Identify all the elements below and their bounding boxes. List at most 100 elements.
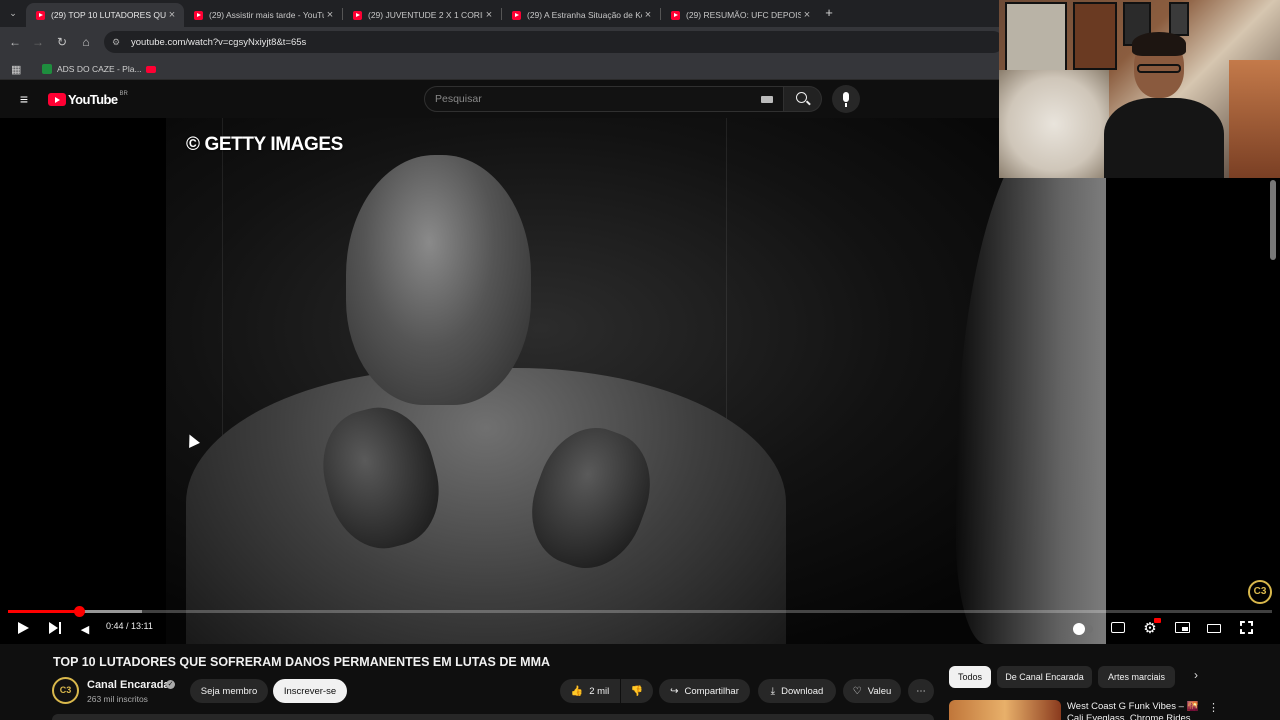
settings-button[interactable]: ⚙ bbox=[1141, 618, 1161, 638]
autoplay-toggle[interactable] bbox=[1072, 618, 1094, 638]
subtitles-icon bbox=[1111, 622, 1125, 633]
url-text: youtube.com/watch?v=cgsyNxiyjt8&t=65s bbox=[131, 36, 307, 48]
join-label: Seja membro bbox=[200, 685, 258, 697]
browser-tab-0[interactable]: (29) TOP 10 LUTADORES QU × bbox=[26, 3, 184, 27]
new-tab-button[interactable]: + bbox=[821, 5, 837, 21]
bookmark-ads[interactable]: ADS DO CAZE - Pla... bbox=[42, 61, 142, 77]
share-label: Compartilhar bbox=[684, 685, 739, 697]
close-tab-icon[interactable]: × bbox=[324, 9, 336, 21]
page-scrollbar[interactable] bbox=[1270, 180, 1276, 260]
apps-grid-icon[interactable]: ▦ bbox=[11, 61, 23, 77]
youtube-favicon-icon bbox=[36, 10, 45, 20]
close-tab-icon[interactable]: × bbox=[801, 9, 813, 21]
video-title: TOP 10 LUTADORES QUE SOFRERAM DANOS PERM… bbox=[53, 655, 551, 669]
progress-scrubber[interactable] bbox=[73, 606, 85, 617]
reload-icon[interactable]: ↻ bbox=[54, 34, 70, 50]
thumbs-up-icon: 👍 bbox=[570, 685, 584, 697]
fullscreen-icon bbox=[1239, 621, 1253, 634]
country-code: BR bbox=[119, 90, 128, 97]
search-button[interactable] bbox=[784, 86, 822, 112]
browser-tab-4[interactable]: (29) RESUMÃO: UFC DEPOIS DC × bbox=[661, 3, 819, 27]
download-button[interactable]: ⤓ Download bbox=[758, 679, 836, 703]
more-vertical-icon[interactable]: ⋮ bbox=[1208, 701, 1219, 714]
youtube-play-logo-icon bbox=[48, 93, 66, 106]
chip-label: Artes marciais bbox=[1107, 672, 1165, 682]
search-input[interactable]: Pesquisar bbox=[424, 86, 784, 112]
download-icon: ⤓ bbox=[770, 685, 776, 697]
close-tab-icon[interactable]: × bbox=[166, 9, 178, 21]
sheets-icon bbox=[42, 64, 52, 74]
chip-martial-arts[interactable]: Artes marciais bbox=[1098, 666, 1175, 688]
hd-badge-icon bbox=[1154, 618, 1161, 623]
webcam-overlay bbox=[999, 0, 1280, 178]
browser-tab-3[interactable]: (29) A Estranha Situação de Kev × bbox=[502, 3, 660, 27]
youtube-favicon-icon bbox=[194, 10, 203, 20]
recommendation-thumbnail[interactable] bbox=[949, 700, 1061, 720]
description-box[interactable] bbox=[52, 714, 934, 720]
wall-art bbox=[999, 70, 1109, 178]
video-frame bbox=[166, 118, 1106, 644]
home-icon[interactable]: ⌂ bbox=[78, 34, 94, 50]
chip-from-channel[interactable]: De Canal Encarada bbox=[997, 666, 1092, 688]
progress-bar[interactable] bbox=[8, 606, 1272, 617]
like-button[interactable]: 👍 2 mil bbox=[560, 679, 620, 703]
thanks-button[interactable]: ♡ Valeu bbox=[843, 679, 901, 703]
subtitles-button[interactable] bbox=[1109, 618, 1127, 638]
microphone-icon bbox=[843, 92, 849, 102]
forward-icon[interactable]: → bbox=[30, 34, 46, 50]
theater-mode-button[interactable] bbox=[1205, 618, 1223, 638]
search-placeholder: Pesquisar bbox=[435, 93, 482, 105]
browser-tab-2[interactable]: (29) JUVENTUDE 2 X 1 CORINTI × bbox=[343, 3, 501, 27]
address-bar[interactable]: ⚙ youtube.com/watch?v=cgsyNxiyjt8&t=65s bbox=[104, 31, 1004, 53]
youtube-wordmark: YouTube bbox=[68, 92, 118, 107]
join-button[interactable]: Seja membro bbox=[190, 679, 268, 703]
tab-title: (29) A Estranha Situação de Kev bbox=[527, 10, 642, 20]
miniplayer-button[interactable] bbox=[1173, 618, 1191, 638]
play-button[interactable] bbox=[14, 618, 32, 638]
dislike-button[interactable]: 👎 bbox=[621, 679, 653, 703]
site-info-icon[interactable]: ⚙ bbox=[112, 37, 122, 47]
tab-search-icon[interactable]: ⌄ bbox=[5, 5, 21, 21]
voice-search-button[interactable] bbox=[832, 85, 860, 113]
next-button[interactable] bbox=[46, 618, 64, 638]
more-actions-button[interactable]: ⋯ bbox=[908, 679, 934, 703]
channel-name-link[interactable]: Canal Encarada bbox=[87, 679, 170, 691]
menu-icon[interactable]: ≡ bbox=[16, 91, 32, 107]
progress-played bbox=[8, 610, 79, 613]
browser-tab-1[interactable]: (29) Assistir mais tarde - YouTub × bbox=[184, 3, 342, 27]
streamer-hair bbox=[1132, 32, 1186, 56]
play-icon bbox=[17, 622, 29, 634]
youtube-logo[interactable]: YouTube BR bbox=[48, 90, 128, 107]
close-tab-icon[interactable]: × bbox=[483, 9, 495, 21]
getty-images-watermark: © GETTY IMAGES bbox=[186, 134, 343, 155]
close-tab-icon[interactable]: × bbox=[642, 9, 654, 21]
channel-watermark-logo[interactable]: C3 bbox=[1248, 580, 1272, 604]
back-icon[interactable]: ← bbox=[7, 34, 23, 50]
chip-label: De Canal Encarada bbox=[1005, 672, 1084, 682]
next-icon-bar bbox=[59, 622, 61, 634]
volume-button[interactable]: ◀ bbox=[76, 618, 94, 638]
tab-title: (29) RESUMÃO: UFC DEPOIS DC bbox=[686, 10, 801, 20]
download-label: Download bbox=[781, 685, 824, 697]
channel-avatar[interactable]: C3 bbox=[52, 677, 79, 704]
youtube-favicon-icon bbox=[671, 10, 680, 20]
keyboard-icon[interactable] bbox=[761, 96, 773, 103]
subscribe-button[interactable]: Inscrever-se bbox=[273, 679, 347, 703]
fullscreen-button[interactable] bbox=[1237, 618, 1255, 638]
bookmark-label: ADS DO CAZE - Pla... bbox=[57, 64, 142, 74]
volume-icon: ◀ bbox=[80, 624, 90, 636]
autoplay-toggle-icon bbox=[1073, 623, 1093, 635]
share-button[interactable]: ↪ Compartilhar bbox=[659, 679, 750, 703]
chevron-right-icon[interactable]: › bbox=[1194, 668, 1208, 686]
subscribe-label: Inscrever-se bbox=[283, 685, 337, 697]
miniplayer-icon bbox=[1174, 622, 1190, 633]
tab-title: (29) Assistir mais tarde - YouTub bbox=[209, 10, 324, 20]
bookmark-youtube[interactable] bbox=[146, 61, 156, 77]
streamer-shirt bbox=[1104, 98, 1224, 178]
chip-all[interactable]: Todos bbox=[949, 666, 991, 688]
fighter-torso bbox=[186, 368, 786, 644]
share-icon: ↪ bbox=[670, 685, 679, 697]
recommendation-title[interactable]: West Coast G Funk Vibes – 🌇 Cali Eyeglas… bbox=[1067, 701, 1202, 720]
more-horizontal-icon: ⋯ bbox=[916, 685, 926, 697]
video-player[interactable]: © GETTY IMAGES C3 ◀ 0:44 / 13:11 ⚙ bbox=[0, 118, 1280, 644]
